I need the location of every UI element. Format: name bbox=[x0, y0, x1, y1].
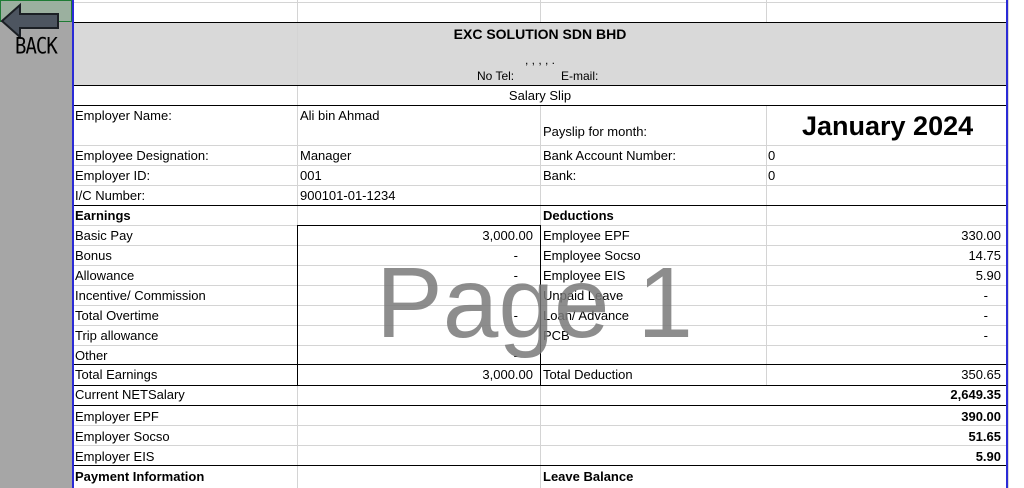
company-name: EXC SOLUTION SDN BHD bbox=[453, 26, 627, 42]
earnings-label: Basic Pay bbox=[75, 228, 133, 243]
employer-id-label: Employer ID: bbox=[75, 168, 151, 183]
grid-row-line bbox=[73, 165, 1007, 166]
deduction-value[interactable]: 14.75 bbox=[770, 247, 1001, 265]
net-salary-label: Current NETSalary bbox=[75, 387, 185, 402]
deduction-label: Loan/ Advance bbox=[543, 308, 630, 323]
border-line bbox=[297, 225, 298, 385]
earnings-label: Incentive/ Commission bbox=[75, 288, 206, 303]
employer-contribution-label: Employer Socso bbox=[75, 429, 170, 444]
employer-contribution-value[interactable]: 51.65 bbox=[770, 428, 1001, 446]
employer-id-value[interactable]: 001 bbox=[300, 167, 322, 185]
border-line bbox=[73, 22, 1007, 23]
earnings-label: Allowance bbox=[75, 268, 135, 283]
border-line bbox=[297, 225, 541, 226]
border-line bbox=[73, 85, 1007, 86]
earnings-value[interactable]: 3,000.00 bbox=[300, 227, 533, 245]
earnings-value[interactable]: - bbox=[300, 347, 518, 365]
grid-col-line bbox=[766, 0, 767, 22]
total-deduction-label: Total Deduction bbox=[543, 367, 633, 382]
ic-number-label: I/C Number: bbox=[75, 188, 146, 203]
earnings-value[interactable]: - bbox=[300, 247, 518, 265]
border-line bbox=[73, 205, 1007, 206]
bank-account-label: Bank Account Number: bbox=[543, 148, 676, 163]
border-line bbox=[73, 405, 1007, 406]
earnings-heading: Earnings bbox=[75, 208, 131, 223]
bank-value[interactable]: 0 bbox=[768, 167, 775, 185]
earnings-value[interactable]: - bbox=[300, 307, 518, 325]
employer-name-value[interactable]: Ali bin Ahmad bbox=[300, 107, 380, 125]
slip-title: Salary Slip bbox=[508, 88, 572, 103]
border-line bbox=[73, 105, 1007, 106]
employer-contribution-label: Employer EPF bbox=[75, 409, 159, 424]
border-line bbox=[540, 225, 541, 385]
grid-row-line bbox=[73, 145, 1007, 146]
deduction-value[interactable]: - bbox=[770, 287, 988, 305]
payslip-month-value[interactable]: January 2024 bbox=[802, 110, 973, 142]
deduction-value[interactable]: - bbox=[770, 307, 988, 325]
left-panel bbox=[0, 0, 72, 488]
earnings-label: Trip allowance bbox=[75, 328, 159, 343]
deduction-label: PCB bbox=[543, 328, 570, 343]
grid-row-line bbox=[73, 185, 1007, 186]
designation-label: Employee Designation: bbox=[75, 148, 209, 163]
total-deduction-value[interactable]: 350.65 bbox=[770, 366, 1001, 384]
earnings-label: Total Overtime bbox=[75, 308, 159, 323]
deduction-value[interactable]: 330.00 bbox=[770, 227, 1001, 245]
designation-value[interactable]: Manager bbox=[300, 147, 351, 165]
employer-contribution-value[interactable]: 5.90 bbox=[770, 448, 1001, 466]
email-label: E-mail: bbox=[561, 69, 599, 83]
earnings-label: Bonus bbox=[75, 248, 112, 263]
page-break-line bbox=[1006, 0, 1008, 488]
earnings-label: Other bbox=[75, 348, 108, 363]
grid-row-line bbox=[72, 2, 1008, 3]
deduction-label: Employee EPF bbox=[543, 228, 630, 243]
bank-label: Bank: bbox=[543, 168, 577, 183]
deduction-label: Unpaid Leave bbox=[543, 288, 624, 303]
employer-contribution-label: Employer EIS bbox=[75, 449, 155, 464]
deduction-label: Employee Socso bbox=[543, 248, 641, 263]
back-button[interactable]: BACK bbox=[0, 0, 72, 62]
employer-contribution-value[interactable]: 390.00 bbox=[770, 408, 1001, 426]
total-earnings-value[interactable]: 3,000.00 bbox=[300, 366, 533, 384]
page-break-line bbox=[72, 0, 74, 488]
bank-account-value[interactable]: 0 bbox=[768, 147, 775, 165]
deduction-label: Employee EIS bbox=[543, 268, 626, 283]
net-salary-value[interactable]: 2,649.35 bbox=[770, 386, 1001, 404]
ic-number-value[interactable]: 900101-01-1234 bbox=[300, 187, 395, 205]
deduction-value[interactable]: - bbox=[770, 327, 988, 345]
right-margin bbox=[1008, 0, 1024, 488]
company-header: EXC SOLUTION SDN BHD , , , , . No Tel: E… bbox=[73, 22, 1007, 85]
back-label: BACK bbox=[15, 34, 58, 60]
earnings-value[interactable]: - bbox=[300, 267, 518, 285]
tel-label: No Tel: bbox=[477, 69, 515, 83]
payslip-month-label: Payslip for month: bbox=[543, 124, 648, 139]
payment-information-heading: Payment Information bbox=[75, 469, 205, 484]
deductions-heading: Deductions bbox=[543, 208, 614, 223]
company-address: , , , , . bbox=[524, 53, 555, 67]
leave-balance-heading: Leave Balance bbox=[543, 469, 634, 484]
employer-name-label: Employer Name: bbox=[75, 108, 172, 123]
deduction-value[interactable]: 5.90 bbox=[770, 267, 1001, 285]
grid-col-line bbox=[540, 0, 541, 22]
total-earnings-label: Total Earnings bbox=[75, 367, 158, 382]
